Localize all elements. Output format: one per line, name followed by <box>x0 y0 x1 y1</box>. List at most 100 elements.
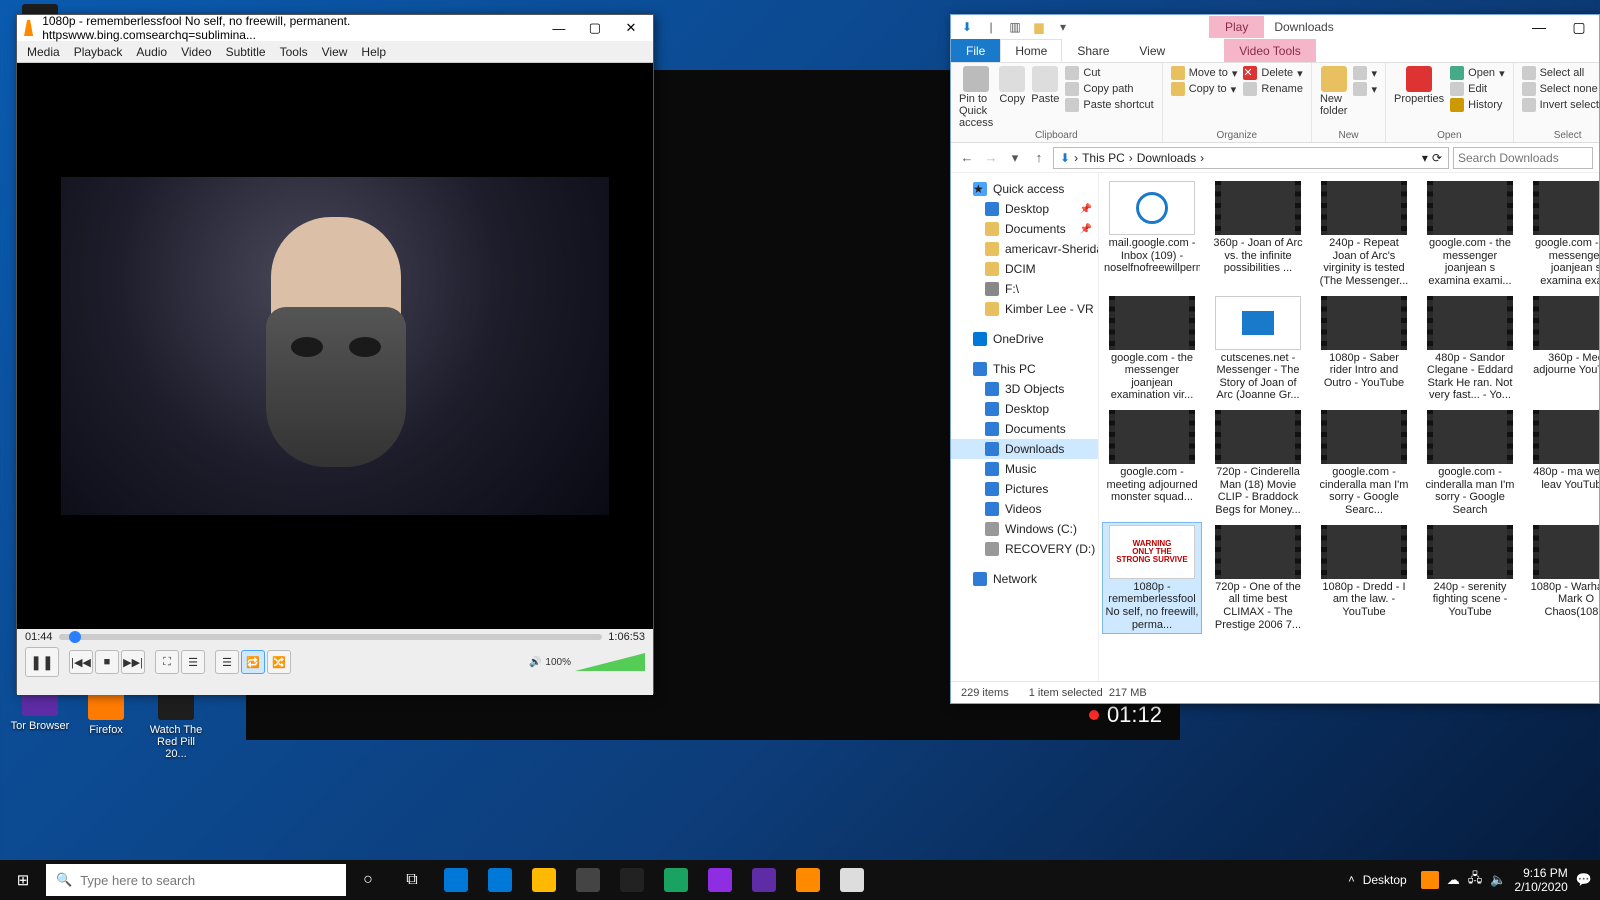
tray-onedrive-icon[interactable]: ☁ <box>1447 872 1460 888</box>
history-button[interactable]: History <box>1450 98 1504 112</box>
menu-view[interactable]: View <box>322 45 348 59</box>
file-item[interactable]: WARNINGONLY THESTRONG SURVIVE1080p - rem… <box>1103 523 1201 634</box>
back-button[interactable]: ← <box>957 150 977 165</box>
nav-item[interactable]: Desktop <box>951 399 1098 419</box>
nav-quick-access[interactable]: ★Quick access <box>951 179 1098 199</box>
file-item[interactable]: 1080p - Warhamm Mark O Chaos(108... <box>1527 523 1599 634</box>
tray-clock[interactable]: 9:16 PM 2/10/2020 <box>1514 866 1567 895</box>
new-folder-button[interactable]: New folder <box>1320 66 1348 117</box>
tray-desktop-label[interactable]: Desktop <box>1363 873 1407 887</box>
file-item[interactable]: 720p - Cinderella Man (18) Movie CLIP - … <box>1209 408 1307 519</box>
volume-control[interactable]: 🔊 100% <box>529 653 645 671</box>
nav-item[interactable]: americavr-Sheridan. <box>951 239 1098 259</box>
select-none-button[interactable]: Select none <box>1522 82 1600 96</box>
nav-item[interactable]: F:\ <box>951 279 1098 299</box>
taskbar-app[interactable] <box>786 860 830 900</box>
nav-item[interactable]: Kimber Lee - VR Pac <box>951 299 1098 319</box>
file-item[interactable]: 720p - One of the all time best CLIMAX -… <box>1209 523 1307 634</box>
tab-share[interactable]: Share <box>1062 39 1124 62</box>
minimize-button[interactable]: — <box>1519 19 1559 36</box>
recent-locations-button[interactable]: ▾ <box>1005 150 1025 166</box>
refresh-button[interactable]: ⟳ <box>1430 151 1444 165</box>
nav-onedrive[interactable]: OneDrive <box>951 329 1098 349</box>
nav-network[interactable]: Network <box>951 569 1098 589</box>
menu-playback[interactable]: Playback <box>74 45 123 59</box>
nav-item[interactable]: Downloads <box>951 439 1098 459</box>
move-to-button[interactable]: Move to ▾ <box>1171 66 1238 80</box>
paste-button[interactable]: Paste <box>1031 66 1059 105</box>
taskbar-app[interactable] <box>522 860 566 900</box>
new-item-button[interactable]: ▾ <box>1353 66 1377 80</box>
file-item[interactable]: google.com - cinderalla man I'm sorry - … <box>1315 408 1413 519</box>
file-content-area[interactable]: mail.google.com - Inbox (109) - noselfno… <box>1099 173 1599 681</box>
file-item[interactable]: mail.google.com - Inbox (109) - noselfno… <box>1103 179 1201 290</box>
tab-video-tools[interactable]: Video Tools <box>1224 39 1316 62</box>
up-button[interactable]: ↑ <box>1029 150 1049 165</box>
edit-button[interactable]: Edit <box>1450 82 1504 96</box>
file-item[interactable]: 360p - Joan of Arc vs. the infinite poss… <box>1209 179 1307 290</box>
menu-tools[interactable]: Tools <box>280 45 308 59</box>
nav-item[interactable]: Documents <box>951 419 1098 439</box>
delete-button[interactable]: ✕Delete ▾ <box>1243 66 1303 80</box>
nav-this-pc[interactable]: This PC <box>951 359 1098 379</box>
menu-video[interactable]: Video <box>181 45 211 59</box>
down-arrow-icon[interactable]: ⬇ <box>957 18 977 36</box>
qat-caret-icon[interactable]: ▾ <box>1053 18 1073 36</box>
minimize-button[interactable]: — <box>541 21 577 36</box>
nav-item[interactable]: Videos <box>951 499 1098 519</box>
taskbar-app[interactable] <box>478 860 522 900</box>
taskbar-app[interactable] <box>830 860 874 900</box>
show-hidden-icons[interactable]: ˄ <box>1348 874 1354 886</box>
menu-media[interactable]: Media <box>27 45 60 59</box>
nav-item[interactable]: DCIM <box>951 259 1098 279</box>
maximize-button[interactable]: ▢ <box>577 20 613 36</box>
nav-item[interactable]: Documents📌 <box>951 219 1098 239</box>
vlc-video-area[interactable] <box>17 63 653 629</box>
file-item[interactable]: cutscenes.net - Messenger - The Story of… <box>1209 294 1307 405</box>
nav-item[interactable]: Desktop📌 <box>951 199 1098 219</box>
tab-file[interactable]: File <box>951 39 1000 62</box>
copy-button[interactable]: Copy <box>999 66 1025 105</box>
file-item[interactable]: google.com - meeting adjourned monster s… <box>1103 408 1201 519</box>
menu-help[interactable]: Help <box>361 45 386 59</box>
forward-button[interactable]: → <box>981 150 1001 165</box>
context-tab-play[interactable]: Play <box>1209 16 1264 38</box>
file-item[interactable]: 240p - Repeat Joan of Arc's virginity is… <box>1315 179 1413 290</box>
cortana-button[interactable]: ○ <box>346 860 390 900</box>
nav-item[interactable]: Windows (C:) <box>951 519 1098 539</box>
file-item[interactable]: google.com - the messenger joanjean s ex… <box>1421 179 1519 290</box>
file-item[interactable]: 1080p - Dredd - I am the law. - YouTube <box>1315 523 1413 634</box>
pin-to-quick-access-button[interactable]: Pin to Quick access <box>959 66 993 129</box>
menu-subtitle[interactable]: Subtitle <box>226 45 266 59</box>
file-item[interactable]: 240p - serenity fighting scene - YouTube <box>1421 523 1519 634</box>
nav-item[interactable]: 3D Objects <box>951 379 1098 399</box>
tab-view[interactable]: View <box>1124 39 1180 62</box>
breadcrumb-bar[interactable]: ⬇ › This PC› Downloads› ▾ ⟳ <box>1053 147 1449 169</box>
paste-shortcut-button[interactable]: Paste shortcut <box>1065 98 1153 112</box>
start-button[interactable]: ⊞ <box>0 871 46 889</box>
file-item[interactable]: google.com - cinderalla man I'm sorry - … <box>1421 408 1519 519</box>
tray-app-icon[interactable] <box>1421 871 1439 889</box>
next-button[interactable]: ▶▶| <box>121 650 145 674</box>
select-all-button[interactable]: Select all <box>1522 66 1600 80</box>
taskbar-app[interactable] <box>434 860 478 900</box>
taskbar-app[interactable] <box>742 860 786 900</box>
search-input[interactable] <box>1453 147 1593 169</box>
nav-item[interactable]: Pictures <box>951 479 1098 499</box>
rename-button[interactable]: Rename <box>1243 82 1303 96</box>
tab-home[interactable]: Home <box>1000 39 1062 62</box>
open-button[interactable]: Open ▾ <box>1450 66 1504 80</box>
task-view-button[interactable]: ⧉ <box>390 860 434 900</box>
extended-settings-button[interactable]: ☰ <box>181 650 205 674</box>
taskbar-app[interactable] <box>566 860 610 900</box>
taskbar-app[interactable] <box>610 860 654 900</box>
taskbar-search[interactable]: 🔍 Type here to search <box>46 864 346 896</box>
vlc-titlebar[interactable]: 1080p - rememberlessfool No self, no fre… <box>17 15 653 41</box>
file-item[interactable]: 480p - Sandor Clegane - Eddard Stark He … <box>1421 294 1519 405</box>
file-item[interactable]: 480p - ma we are leav YouTub... <box>1527 408 1599 519</box>
desktop-icon-video[interactable]: Watch The Red Pill 20... <box>146 684 206 760</box>
playlist-button[interactable]: ☰ <box>215 650 239 674</box>
file-item[interactable]: 1080p - Saber rider Intro and Outro - Yo… <box>1315 294 1413 405</box>
nav-item[interactable]: RECOVERY (D:) <box>951 539 1098 559</box>
action-center-button[interactable]: 💬 <box>1576 872 1592 888</box>
